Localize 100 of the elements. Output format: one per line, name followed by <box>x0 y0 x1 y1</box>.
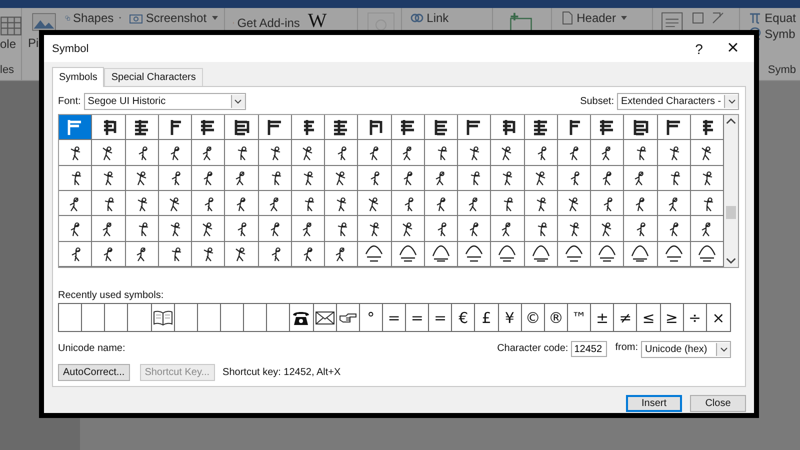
from-dropdown[interactable]: Unicode (hex) <box>641 341 731 358</box>
symbol-cell[interactable] <box>225 242 258 267</box>
symbol-cell[interactable] <box>424 115 458 140</box>
symbol-cell[interactable] <box>424 166 458 191</box>
symbol-cell[interactable] <box>358 216 392 242</box>
symbol-cell[interactable] <box>491 216 524 242</box>
symbol-cell[interactable] <box>491 242 524 267</box>
symbol-cell[interactable] <box>358 242 392 267</box>
symbol-cell[interactable] <box>624 216 658 242</box>
recent-symbol-cell[interactable] <box>152 304 175 331</box>
symbol-cell[interactable] <box>458 140 492 166</box>
symbol-cell[interactable] <box>325 216 358 242</box>
screenshot-button[interactable]: Screenshot <box>146 11 207 25</box>
symbol-cell[interactable] <box>424 242 458 267</box>
symbol-cell[interactable] <box>491 140 524 166</box>
symbol-cell[interactable] <box>424 216 458 242</box>
recent-symbol-cell[interactable]: £ <box>475 304 499 331</box>
recent-symbol-cell[interactable]: € <box>452 304 476 331</box>
recent-symbol-cell[interactable]: × <box>706 304 730 331</box>
parts-icon[interactable] <box>690 11 705 25</box>
recent-symbol-cell[interactable] <box>336 304 360 331</box>
symbol-cell[interactable] <box>292 115 325 140</box>
symbol-cell[interactable] <box>558 115 591 140</box>
symbol-cell[interactable] <box>524 140 558 166</box>
symbol-cell[interactable] <box>225 115 258 140</box>
symbol-cell[interactable] <box>92 242 126 267</box>
symbol-cell[interactable] <box>258 115 292 140</box>
symbol-cell[interactable] <box>325 140 358 166</box>
symbol-cell[interactable] <box>325 115 358 140</box>
recent-symbol-cell[interactable]: = <box>429 304 452 331</box>
symbol-cell[interactable] <box>690 140 724 166</box>
symbol-cell[interactable] <box>225 191 258 216</box>
symbol-cell[interactable] <box>358 166 392 191</box>
symbol-cell[interactable] <box>92 140 126 166</box>
symbol-cell[interactable] <box>192 242 226 267</box>
dialog-button[interactable]: Insert <box>626 395 682 412</box>
get-add-ins-button[interactable]: Get Add-ins <box>237 16 300 30</box>
symbol-cell[interactable] <box>392 140 425 166</box>
symbol-cell[interactable] <box>292 191 325 216</box>
symbol-cell[interactable] <box>658 166 691 191</box>
symbol-cell[interactable] <box>392 115 425 140</box>
symbol-cell[interactable] <box>658 216 691 242</box>
symbol-cell[interactable] <box>524 115 558 140</box>
signature-icon[interactable] <box>710 11 725 25</box>
symbol-cell[interactable] <box>59 166 92 191</box>
symbol-cell[interactable] <box>392 191 425 216</box>
symbol-cell[interactable] <box>424 191 458 216</box>
symbol-cell[interactable] <box>158 166 192 191</box>
header-button[interactable]: Header <box>576 11 616 25</box>
symbol-cell[interactable] <box>524 166 558 191</box>
recent-symbol-cell[interactable]: ≤ <box>637 304 661 331</box>
recent-symbol-cell[interactable]: = <box>406 304 430 331</box>
symbol-cell[interactable] <box>92 191 126 216</box>
symbol-cell[interactable] <box>92 216 126 242</box>
symbol-cell[interactable] <box>59 191 92 216</box>
symbol-cell[interactable] <box>358 115 392 140</box>
symbol-cell[interactable] <box>424 140 458 166</box>
page-icon[interactable] <box>560 11 574 25</box>
symbol-cell[interactable] <box>558 166 591 191</box>
symbol-cell[interactable] <box>690 115 724 140</box>
dialog-button[interactable]: AutoCorrect... <box>58 364 130 381</box>
equation-button[interactable]: Equat <box>764 11 796 25</box>
recent-symbol-cell[interactable]: ® <box>544 304 568 331</box>
symbol-cell[interactable] <box>225 216 258 242</box>
scroll-thumb[interactable] <box>726 206 736 219</box>
symbol-cell[interactable] <box>292 140 325 166</box>
symbol-cell[interactable] <box>126 216 159 242</box>
symbol-cell[interactable] <box>591 166 624 191</box>
landscape-picture-icon[interactable] <box>32 11 56 33</box>
symbol-cell[interactable] <box>126 242 159 267</box>
link-button[interactable]: Link <box>426 11 449 25</box>
link-icon[interactable] <box>410 11 424 25</box>
symbol-cell[interactable] <box>258 140 292 166</box>
symbol-cell[interactable] <box>558 216 591 242</box>
symbol-cell[interactable] <box>624 191 658 216</box>
symbol-cell[interactable] <box>126 191 159 216</box>
symbol-cell[interactable] <box>126 140 159 166</box>
symbol-cell[interactable] <box>591 242 624 267</box>
symbol-cell[interactable] <box>558 140 591 166</box>
symbol-cell[interactable] <box>225 166 258 191</box>
font-dropdown[interactable]: Segoe UI Historic <box>84 93 246 110</box>
symbol-cell[interactable] <box>524 216 558 242</box>
tab[interactable]: Special Characters <box>104 68 203 86</box>
symbol-cell[interactable] <box>192 140 226 166</box>
symbol-cell[interactable] <box>524 242 558 267</box>
symbol-cell[interactable] <box>192 191 226 216</box>
symbol-cell[interactable] <box>458 191 492 216</box>
recent-symbol-cell[interactable]: ¥ <box>498 304 522 331</box>
symbol-cell[interactable] <box>158 191 192 216</box>
recent-symbol-cell[interactable]: ™ <box>568 304 592 331</box>
tab[interactable]: Symbols <box>52 67 104 87</box>
recent-symbol-cell[interactable]: = <box>382 304 406 331</box>
symbol-cell[interactable] <box>591 216 624 242</box>
symbol-cell[interactable] <box>658 140 691 166</box>
symbol-cell[interactable] <box>392 216 425 242</box>
symbol-cell[interactable] <box>591 115 624 140</box>
symbol-cell[interactable] <box>158 216 192 242</box>
symbol-cell[interactable] <box>158 140 192 166</box>
symbol-button[interactable]: Symb <box>764 27 796 41</box>
symbol-cell[interactable] <box>491 191 524 216</box>
